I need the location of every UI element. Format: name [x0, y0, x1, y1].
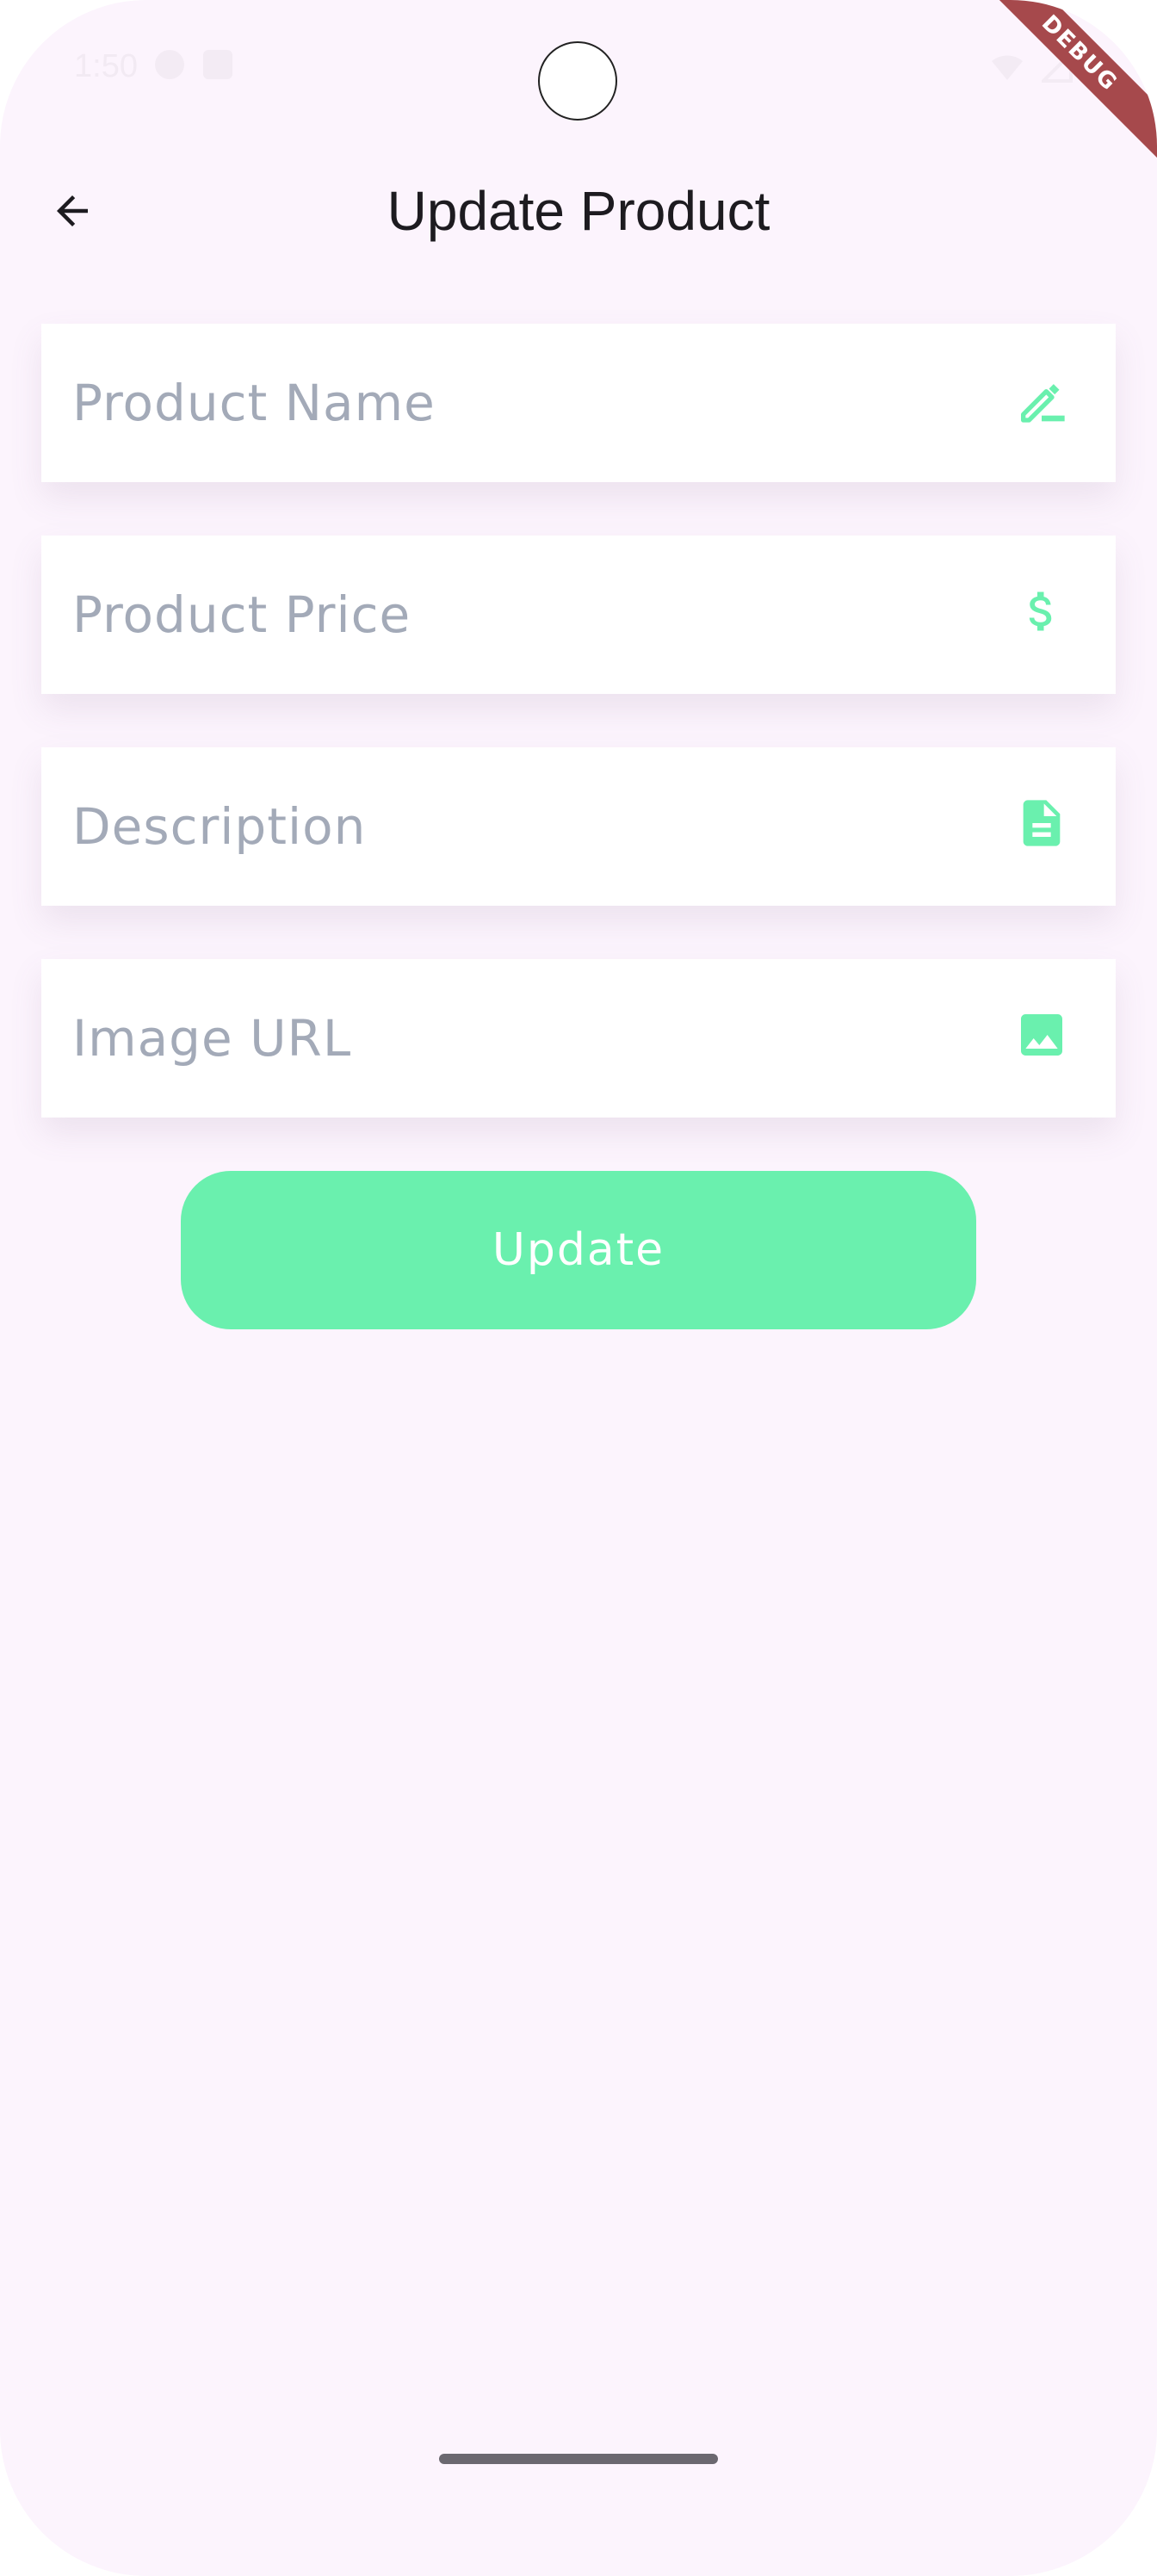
description-field[interactable]: Description [41, 747, 1116, 906]
page-title: Update Product [387, 180, 770, 242]
edit-pencil-icon [1011, 368, 1073, 430]
do-not-disturb-icon [155, 50, 184, 79]
product-price-placeholder: Product Price [72, 585, 411, 644]
document-icon [1011, 792, 1073, 854]
product-name-placeholder: Product Name [72, 374, 436, 432]
app-bar: Update Product [0, 164, 1157, 258]
product-name-field[interactable]: Product Name [41, 324, 1116, 482]
sim-card-icon [203, 50, 232, 79]
home-indicator[interactable] [439, 2454, 718, 2464]
update-button-label: Update [492, 1224, 665, 1276]
product-price-field[interactable]: Product Price [41, 536, 1116, 694]
image-url-field[interactable]: Image URL [41, 959, 1116, 1118]
dollar-icon [1011, 580, 1073, 642]
status-notification-icons [155, 50, 232, 79]
app-screen: 1:50 DEBUG Update Product Product Name P… [0, 0, 1157, 2576]
wifi-icon [992, 55, 1023, 80]
camera-cutout [538, 41, 617, 121]
image-url-placeholder: Image URL [72, 1009, 352, 1068]
image-icon [1011, 1004, 1073, 1066]
update-button[interactable]: Update [181, 1171, 976, 1329]
status-time: 1:50 [74, 48, 138, 84]
description-placeholder: Description [72, 797, 367, 856]
